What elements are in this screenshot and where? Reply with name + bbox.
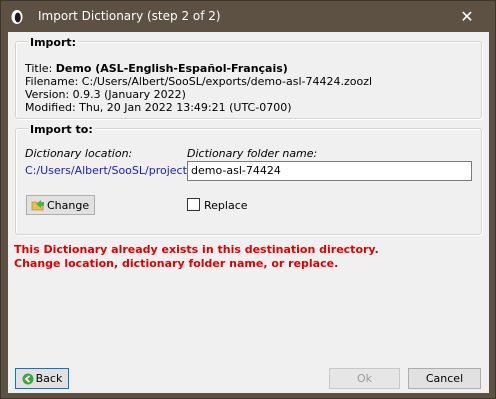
ok-button-label: Ok xyxy=(356,372,373,385)
import-group-title: Import: xyxy=(28,36,79,49)
import-filename: Filename: C:/Users/Albert/SooSL/exports/… xyxy=(25,75,373,88)
import-dictionary-window: Import Dictionary (step 2 of 2) ✕ Import… xyxy=(0,0,496,399)
import-to-group: Import to: Dictionary location: C:/Users… xyxy=(15,123,482,235)
app-icon xyxy=(11,10,23,24)
dictionary-folder-input[interactable]: demo-asl-74424 xyxy=(187,161,472,181)
import-modified: Modified: Thu, 20 Jan 2022 13:49:21 (UTC… xyxy=(25,101,292,114)
error-message-line-1: This Dictionary already exists in this d… xyxy=(14,243,379,256)
title-bar[interactable]: Import Dictionary (step 2 of 2) ✕ xyxy=(1,1,495,32)
window-title: Import Dictionary (step 2 of 2) xyxy=(38,9,221,23)
close-button[interactable]: ✕ xyxy=(445,1,489,31)
close-icon: ✕ xyxy=(460,6,474,26)
import-title-label: Title: xyxy=(25,62,56,75)
replace-checkbox[interactable] xyxy=(187,198,200,211)
dictionary-folder-label: Dictionary folder name: xyxy=(187,147,318,160)
error-message-line-2: Change location, dictionary folder name,… xyxy=(14,257,339,270)
import-group: Import: Title: Demo (ASL-English-Español… xyxy=(15,36,482,119)
import-version: Version: 0.9.3 (January 2022) xyxy=(25,88,186,101)
import-to-group-title: Import to: xyxy=(28,123,95,136)
back-button-label: Back xyxy=(35,372,63,385)
change-location-button[interactable]: Change xyxy=(26,195,95,215)
import-title-value: Demo (ASL-English-Español-Français) xyxy=(55,62,288,75)
dialog-body: Import: Title: Demo (ASL-English-Español… xyxy=(8,32,489,393)
folder-arrow-icon xyxy=(31,200,44,211)
dictionary-location-path[interactable]: C:/Users/Albert/SooSL/projects/ xyxy=(25,164,196,177)
dictionary-location-label: Dictionary location: xyxy=(25,147,133,160)
back-button[interactable]: Back xyxy=(15,368,69,389)
ok-button[interactable]: Ok xyxy=(329,368,400,389)
import-title-line: Title: Demo (ASL-English-Español-Françai… xyxy=(25,62,288,75)
cancel-button[interactable]: Cancel xyxy=(408,368,481,389)
cancel-button-label: Cancel xyxy=(425,372,464,385)
replace-label[interactable]: Replace xyxy=(204,199,248,212)
back-arrow-icon xyxy=(22,373,34,384)
change-button-label: Change xyxy=(47,198,90,212)
